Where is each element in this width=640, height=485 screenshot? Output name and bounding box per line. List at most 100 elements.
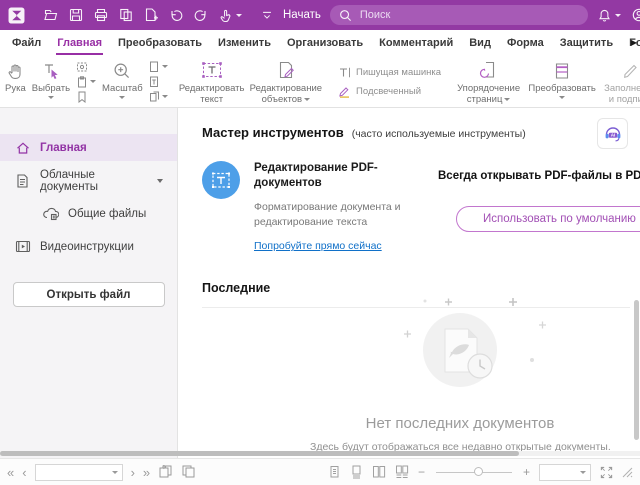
caret-down-icon: [304, 98, 310, 101]
touch-mode-button[interactable]: [218, 8, 242, 23]
bell-icon: [597, 8, 612, 23]
menu-edit[interactable]: Изменить: [210, 30, 279, 56]
menu-convert[interactable]: Преобразовать: [110, 30, 210, 56]
menu-protect[interactable]: Защитить: [552, 30, 621, 56]
edit-objects-label-text: Редактирование объектов: [250, 83, 322, 105]
organize-pages-button[interactable]: Упорядочение страниц: [454, 56, 523, 107]
menu-home[interactable]: Главная: [49, 30, 110, 56]
last-page-button[interactable]: »: [143, 466, 150, 479]
menu-comment[interactable]: Комментарий: [371, 30, 461, 56]
comment-tools-group: Пишущая машинка Подсвеченный: [331, 56, 448, 107]
sidebar-item-label: Общие файлы: [68, 208, 146, 220]
edit-pdf-tool-card[interactable]: Редактирование PDF-документов Форматиров…: [202, 161, 432, 254]
previous-page-button[interactable]: ‹: [22, 466, 26, 479]
rotate-view-button[interactable]: [149, 91, 168, 103]
menu-form[interactable]: Форма: [499, 30, 552, 56]
customize-toolbar-icon[interactable]: [260, 8, 274, 22]
print-icon[interactable]: [93, 7, 109, 23]
zoom-slider[interactable]: [436, 472, 512, 473]
fit-page-button[interactable]: [149, 61, 168, 73]
fill-sign-button[interactable]: Заполнение и подпись: [601, 56, 640, 107]
zoom-out-button[interactable]: −: [418, 466, 425, 478]
facing-continuous-view-button[interactable]: [395, 465, 409, 479]
select-cursor-icon: [41, 60, 61, 81]
zoom-slider-thumb[interactable]: [474, 467, 483, 476]
menu-view[interactable]: Вид: [461, 30, 499, 56]
tab-start[interactable]: Начать: [283, 9, 321, 21]
caret-down-icon[interactable]: [112, 471, 118, 474]
fullscreen-button[interactable]: [600, 466, 613, 479]
zoom-magnifier-icon: [112, 60, 132, 81]
set-default-button[interactable]: Использовать по умолчанию: [456, 206, 640, 232]
resize-grip[interactable]: [622, 467, 633, 478]
edit-text-label: Редактировать текст: [179, 83, 245, 105]
redo-icon[interactable]: [193, 7, 209, 23]
menu-file[interactable]: Файл: [4, 30, 49, 56]
tool-wizard-title: Мастер инструментов: [202, 125, 344, 140]
caret-down-icon[interactable]: [580, 471, 586, 474]
page-number-input[interactable]: [40, 466, 109, 479]
open-file-button[interactable]: Открыть файл: [13, 282, 165, 307]
sidebar-item-shared-files[interactable]: Общие файлы: [0, 200, 177, 227]
sidebar-item-home[interactable]: Главная: [0, 134, 177, 161]
zoom-tool-button[interactable]: Масштаб: [99, 56, 146, 107]
horizontal-scrollbar-thumb[interactable]: [0, 451, 519, 456]
horizontal-scrollbar-track[interactable]: [0, 451, 640, 456]
touch-hand-icon: [218, 8, 233, 23]
zoom-level-box[interactable]: [539, 464, 591, 481]
hand-tool-button[interactable]: Рука: [2, 56, 29, 107]
sidebar-item-label: Главная: [40, 142, 87, 154]
zoom-in-button[interactable]: +: [523, 466, 530, 478]
caret-down-icon: [90, 80, 96, 83]
typewriter-button[interactable]: Пишущая машинка: [338, 66, 441, 79]
next-page-button[interactable]: ›: [131, 466, 135, 479]
open-file-icon[interactable]: [43, 7, 59, 23]
edit-text-button[interactable]: Редактировать текст: [177, 56, 247, 107]
page-number-box[interactable]: [35, 464, 123, 481]
fill-sign-icon: [621, 60, 640, 81]
menubar: Файл Главная Преобразовать Изменить Орга…: [0, 30, 640, 56]
search-input[interactable]: [358, 8, 579, 22]
notifications-button[interactable]: [597, 8, 621, 23]
zoom-level-input[interactable]: [544, 466, 577, 479]
try-now-link[interactable]: Попробуйте прямо сейчас: [254, 240, 382, 252]
clipboard-button[interactable]: [76, 76, 96, 88]
select-tool-button[interactable]: Выбрать: [29, 56, 73, 107]
account-button[interactable]: [631, 7, 640, 23]
typewriter-label: Пишущая машинка: [356, 67, 441, 78]
sidebar-item-video-tutorials[interactable]: Видеоинструкции: [0, 233, 177, 260]
edit-objects-icon: [276, 60, 296, 81]
search-box[interactable]: [330, 5, 588, 25]
clipboard-tools-group: [73, 56, 99, 107]
new-document-icon[interactable]: [143, 7, 159, 23]
menu-overflow-icon[interactable]: ▶: [631, 38, 637, 47]
caret-down-icon: [162, 65, 168, 68]
convert-button[interactable]: Преобразовать: [529, 56, 595, 107]
edit-text-icon: [200, 60, 224, 81]
edit-pdf-card-icon: [202, 161, 240, 254]
bookmark-button[interactable]: [76, 91, 96, 103]
search-icon: [339, 9, 352, 22]
facing-view-button[interactable]: [372, 465, 386, 479]
caret-down-icon: [48, 96, 54, 99]
convert-doc-icon[interactable]: [118, 7, 134, 23]
vertical-scrollbar[interactable]: [634, 300, 639, 440]
cloud-documents-icon: [14, 173, 31, 189]
continuous-view-button[interactable]: [350, 465, 363, 479]
organize-pages-label-text: Упорядочение страниц: [457, 83, 520, 105]
first-page-button[interactable]: «: [7, 466, 14, 479]
fit-width-button[interactable]: [149, 76, 168, 88]
undo-icon[interactable]: [168, 7, 184, 23]
snapshot-button[interactable]: [76, 61, 96, 73]
save-icon[interactable]: [68, 7, 84, 23]
edit-objects-button[interactable]: Редактирование объектов: [247, 56, 325, 107]
menu-organize[interactable]: Организовать: [279, 30, 371, 56]
highlight-button[interactable]: Подсвеченный: [338, 85, 441, 98]
ai-assistant-button[interactable]: AI: [597, 118, 628, 149]
caret-down-icon[interactable]: [157, 179, 163, 183]
next-view-button[interactable]: [181, 465, 196, 479]
default-app-prompt: Всегда открывать PDF-файлы в PDF Editor …: [438, 170, 640, 232]
sidebar-item-cloud-documents[interactable]: Облачные документы: [0, 167, 177, 194]
previous-view-button[interactable]: [158, 465, 173, 479]
single-page-view-button[interactable]: [328, 465, 341, 479]
